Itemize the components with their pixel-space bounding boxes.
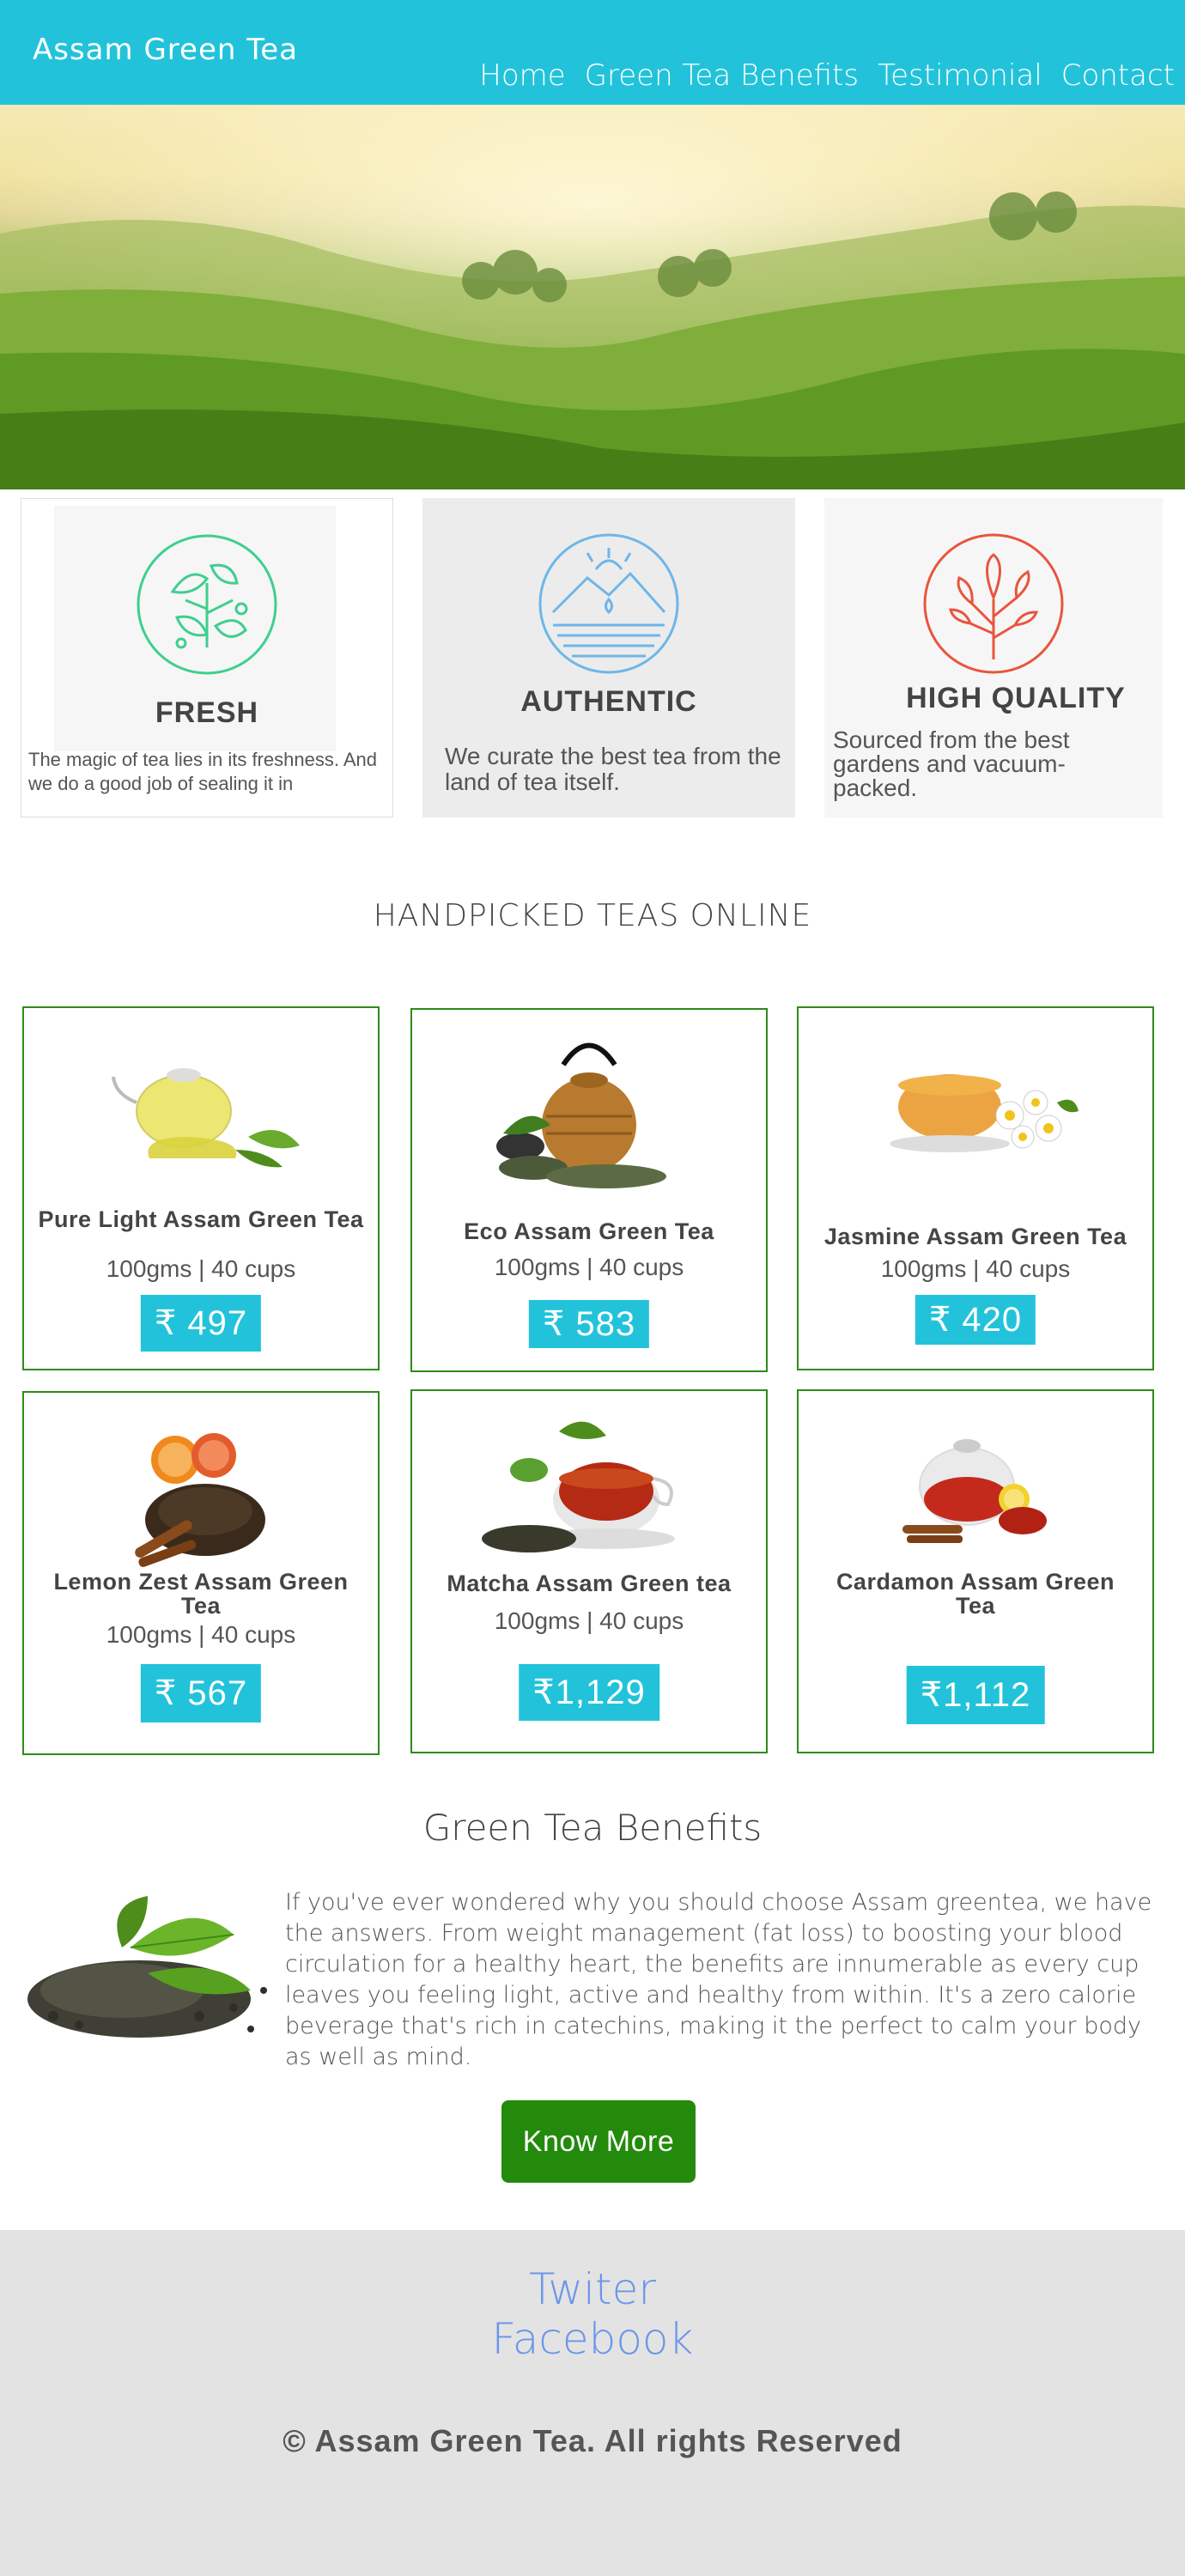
product-price-button[interactable]: ₹ 420 xyxy=(915,1295,1036,1345)
know-more-button[interactable]: Know More xyxy=(501,2100,696,2183)
nav-benefits-link[interactable]: Green Tea Benefits xyxy=(585,58,859,93)
feature-title: FRESH xyxy=(155,696,259,729)
feature-description: The magic of tea lies in its freshness. … xyxy=(28,749,377,794)
product-card[interactable]: Matcha Assam Green tea 100gms | 40 cups … xyxy=(410,1389,768,1753)
page-footer: Twiter Facebook © Assam Green Tea. All r… xyxy=(0,2230,1185,2576)
leaf-circle-icon xyxy=(137,534,277,675)
product-card[interactable]: Eco Assam Green Tea 100gms | 40 cups ₹ 5… xyxy=(410,1008,768,1372)
jasmine-tea-cup-image xyxy=(890,1074,1079,1152)
product-card[interactable]: Cardamon Assam Green Tea ₹1,112 xyxy=(797,1389,1154,1753)
feature-card-high-quality: HIGH QUALITY Sourced from the best garde… xyxy=(824,498,1163,817)
product-card[interactable]: Pure Light Assam Green Tea 100gms | 40 c… xyxy=(22,1006,380,1370)
feature-card-fresh: FRESH The magic of tea lies in its fresh… xyxy=(21,498,393,817)
nav-testimonial-link[interactable]: Testimonial xyxy=(878,58,1042,93)
product-size: 100gms | 40 cups xyxy=(106,1621,296,1648)
product-card[interactable]: Jasmine Assam Green Tea 100gms | 40 cups… xyxy=(797,1006,1154,1370)
product-name: Jasmine Assam Green Tea xyxy=(823,1224,1127,1249)
tree-icon xyxy=(923,533,1064,674)
products-section-title: HANDPICKED TEAS ONLINE xyxy=(373,898,812,933)
tea-leaves-image xyxy=(27,1896,267,2038)
cardamom-tea-set-image xyxy=(902,1439,1047,1543)
feature-title: HIGH QUALITY xyxy=(906,682,1126,714)
brand-logo[interactable]: Assam Green Tea xyxy=(33,33,298,67)
nav-home-link[interactable]: Home xyxy=(479,58,565,93)
product-size: 100gms | 40 cups xyxy=(880,1255,1071,1282)
product-price-button[interactable]: ₹ 583 xyxy=(528,1300,650,1348)
product-price-button[interactable]: ₹ 567 xyxy=(140,1664,262,1722)
product-name: Pure Light Assam Green Tea xyxy=(38,1206,364,1232)
teapot-cup-image xyxy=(112,1068,300,1168)
product-name: Matcha Assam Green tea xyxy=(447,1571,732,1596)
benefits-section-title: Green Tea Benefits xyxy=(422,1807,763,1849)
product-name: Eco Assam Green Tea xyxy=(464,1218,714,1244)
twitter-link[interactable]: Twiter xyxy=(0,2264,1185,2314)
clay-teapot-image xyxy=(496,1042,666,1188)
feature-title: AUTHENTIC xyxy=(520,685,697,718)
product-price-button[interactable]: ₹ 497 xyxy=(140,1295,262,1352)
top-navbar: Assam Green Tea Home Green Tea Benefits … xyxy=(0,0,1185,105)
benefits-description: If you've ever wondered why you should c… xyxy=(285,1889,1152,2070)
product-price-button[interactable]: ₹1,112 xyxy=(906,1666,1045,1724)
mountain-sun-icon xyxy=(538,533,679,674)
feature-description: We curate the best tea from the land of … xyxy=(445,743,781,795)
hero-banner-image xyxy=(0,105,1185,489)
product-name: Lemon Zest Assam Green Tea xyxy=(53,1569,349,1619)
matcha-tea-cup-image xyxy=(482,1421,675,1552)
main-menu: Home Green Tea Benefits Testimonial Cont… xyxy=(479,58,1175,93)
product-card[interactable]: Lemon Zest Assam Green Tea 100gms | 40 c… xyxy=(22,1391,380,1755)
product-size: 100gms | 40 cups xyxy=(106,1255,296,1282)
copyright-text: © Assam Green Tea. All rights Reserved xyxy=(283,2423,902,2458)
feature-card-authentic: AUTHENTIC We curate the best tea from th… xyxy=(422,498,795,817)
product-price-button[interactable]: ₹1,129 xyxy=(519,1664,659,1721)
facebook-link[interactable]: Facebook xyxy=(0,2314,1185,2364)
nav-contact-link[interactable]: Contact xyxy=(1061,58,1175,93)
feature-description: Sourced from the best gardens and vacuum… xyxy=(833,726,1070,801)
product-size: 100gms | 40 cups xyxy=(494,1607,684,1634)
product-name: Cardamon Assam Green Tea xyxy=(836,1569,1115,1619)
lemon-zest-tea-image xyxy=(135,1433,265,1567)
product-size: 100gms | 40 cups xyxy=(494,1254,684,1280)
